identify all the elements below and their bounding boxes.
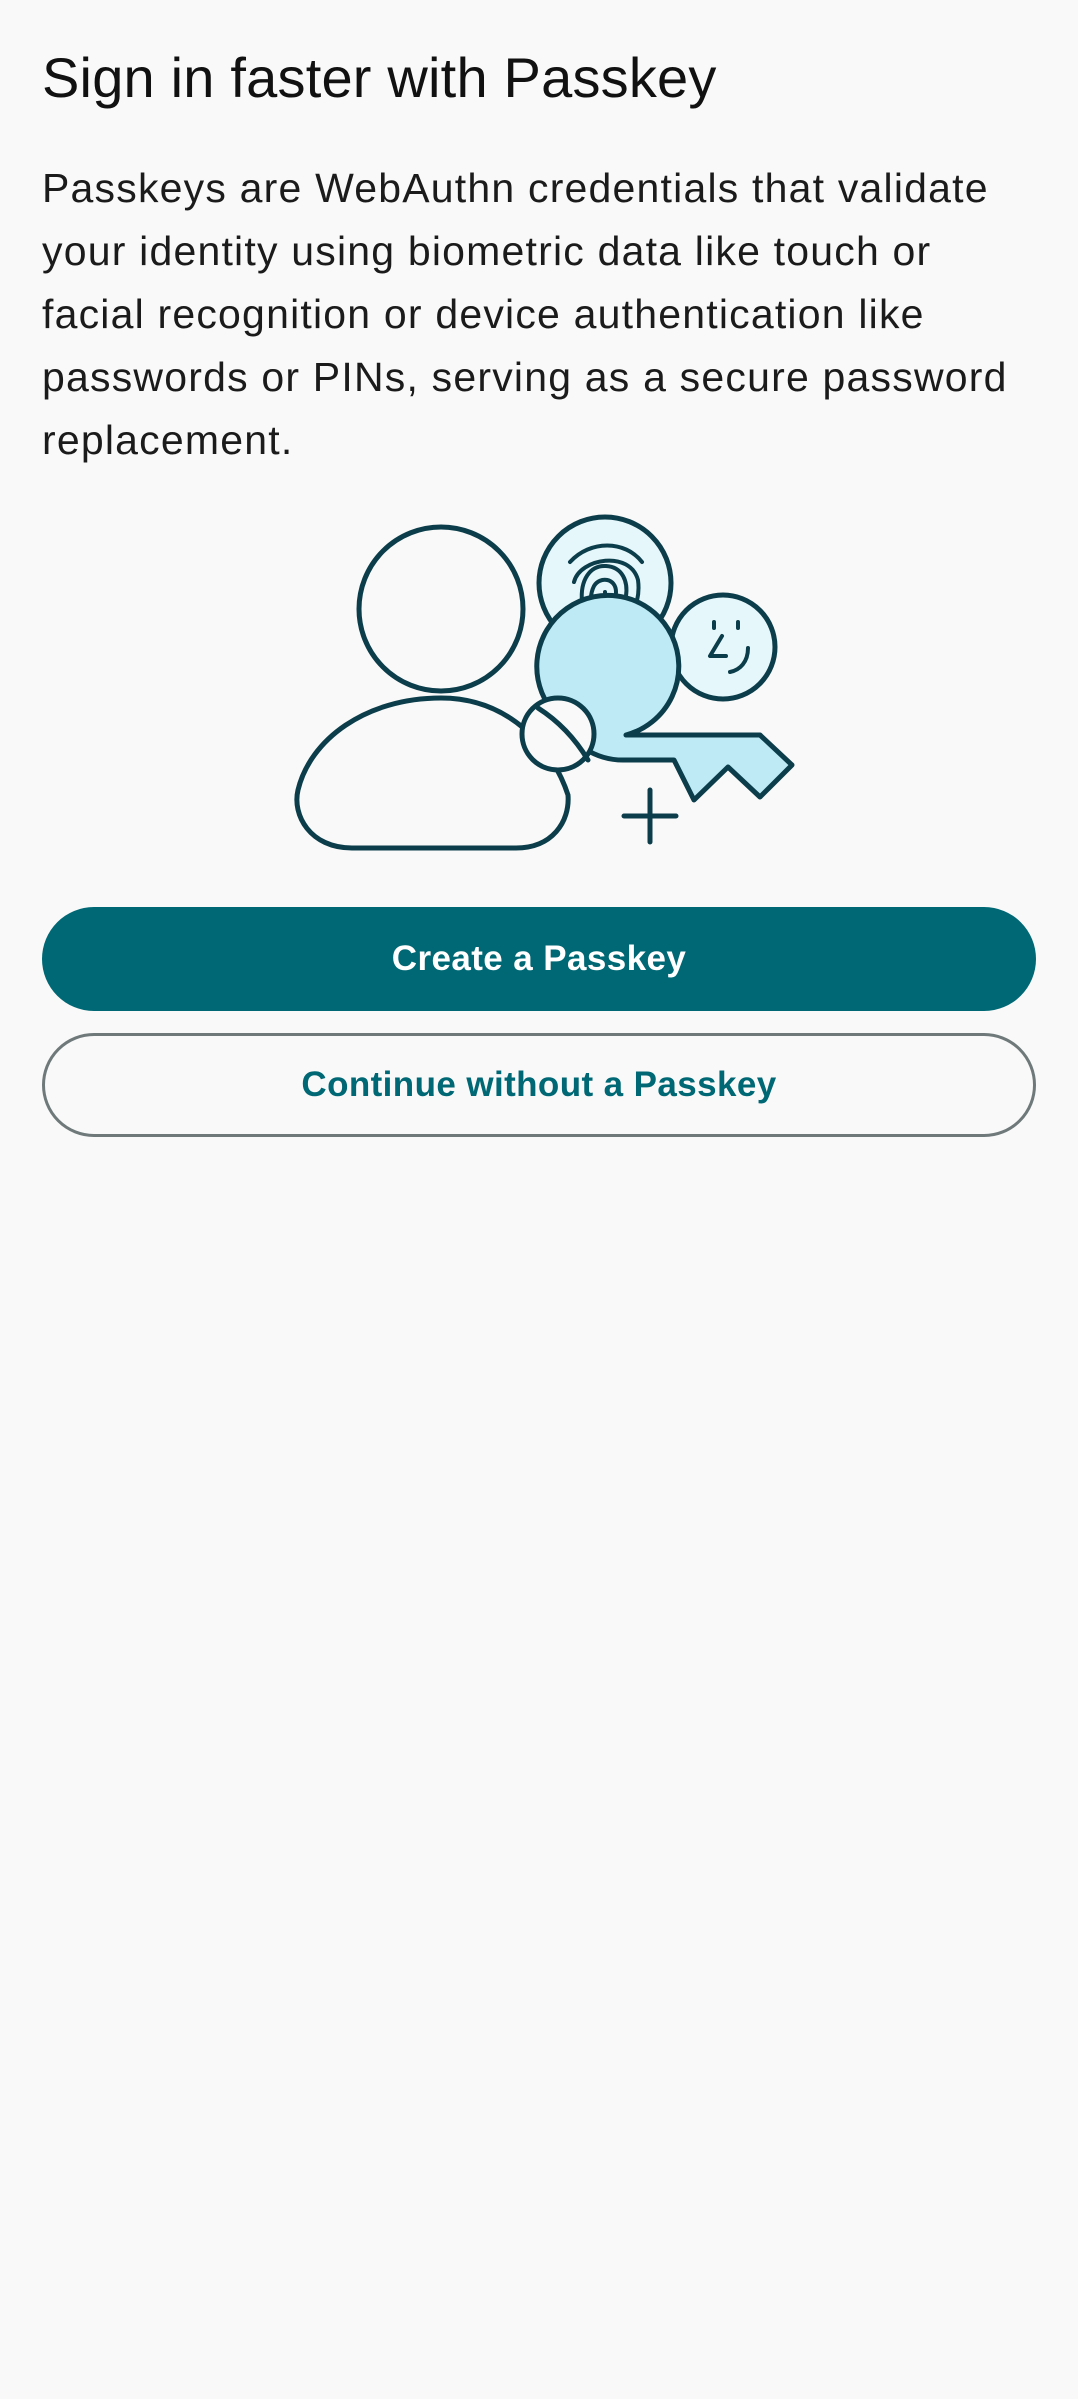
page-title: Sign in faster with Passkey [42, 46, 717, 109]
passkey-screen: Sign in faster with Passkey Passkeys are… [0, 0, 1078, 2399]
person-head-shape [356, 524, 526, 694]
large-plus-icon [621, 787, 679, 845]
passkey-description: Passkeys are WebAuthn credentials that v… [42, 165, 1008, 463]
key-hole [519, 695, 597, 773]
passkey-illustration-icon [290, 510, 800, 860]
face-bubble [668, 592, 778, 702]
create-passkey-button[interactable]: Create a Passkey [42, 907, 1036, 1011]
continue-without-passkey-button[interactable]: Continue without a Passkey [42, 1033, 1036, 1137]
